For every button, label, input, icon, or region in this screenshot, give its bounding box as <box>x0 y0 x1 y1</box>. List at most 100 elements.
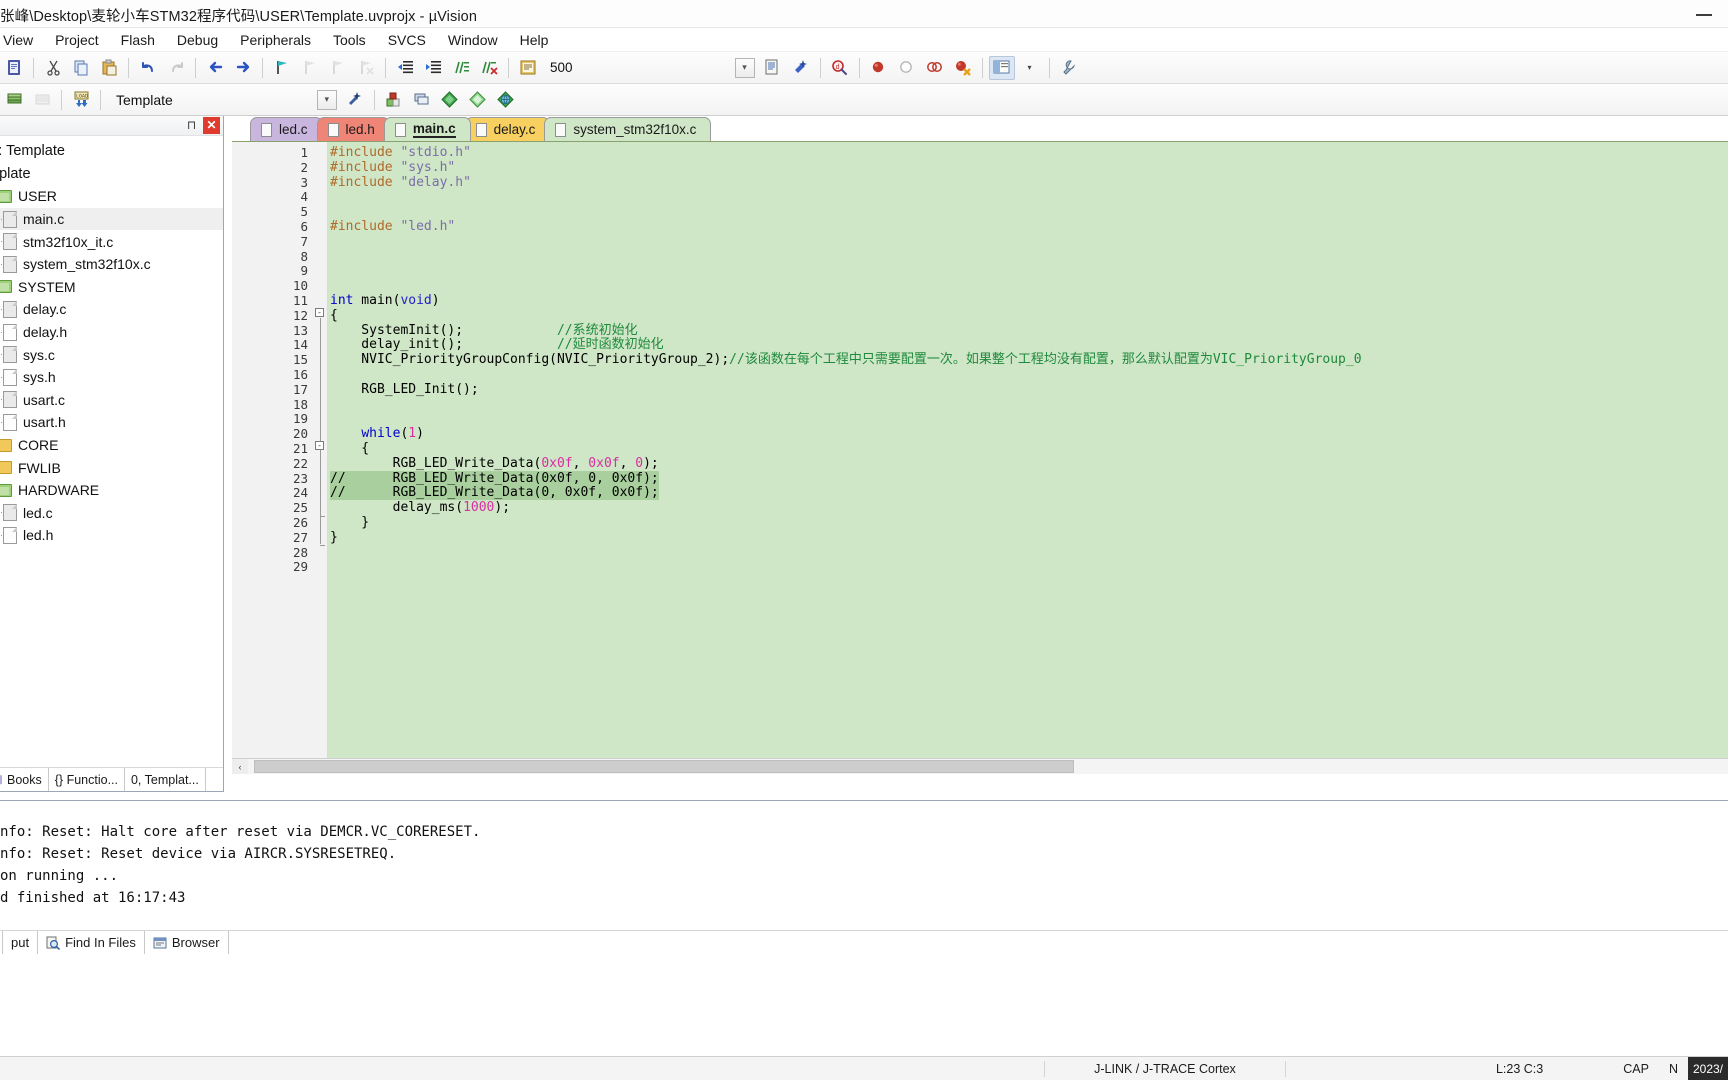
redo-button[interactable] <box>163 56 189 80</box>
tree-node-core[interactable]: CORE <box>0 434 223 457</box>
tree-node-system[interactable]: SYSTEM <box>0 276 223 299</box>
code-line[interactable]: } <box>328 515 1728 531</box>
editor-horizontal-scrollbar[interactable]: ‹ <box>232 758 1728 774</box>
code-line[interactable] <box>328 279 1728 294</box>
editor-tab-led-c[interactable]: led.c <box>250 117 323 141</box>
code-line[interactable]: #include "led.h" <box>328 219 1728 235</box>
pack-installer-light-button[interactable] <box>465 88 491 112</box>
comment-block-button[interactable] <box>448 56 474 80</box>
code-line[interactable]: int main(void) <box>328 293 1728 309</box>
memory-window-button[interactable] <box>515 56 541 80</box>
tree-node-fwlib[interactable]: FWLIB <box>0 456 223 479</box>
code-line[interactable]: RGB_LED_Write_Data(0x0f, 0x0f, 0); <box>328 456 1728 472</box>
disable-all-breakpoints-button[interactable] <box>922 56 948 80</box>
menu-project[interactable]: Project <box>44 30 110 50</box>
scrollbar-track[interactable] <box>248 759 1728 774</box>
uncomment-block-button[interactable] <box>476 56 502 80</box>
editor-tab-system-stm32f10x-c[interactable]: system_stm32f10x.c <box>544 117 712 141</box>
code-line[interactable]: #include "stdio.h" <box>328 145 1728 161</box>
bookmark-toggle-button[interactable] <box>269 56 295 80</box>
code-line[interactable] <box>328 560 1728 575</box>
build-button[interactable] <box>1 88 27 112</box>
menu-flash[interactable]: Flash <box>110 30 166 50</box>
download-button[interactable]: LOAD <box>68 88 94 112</box>
bookmark-prev-button[interactable] <box>297 56 323 80</box>
cut-button[interactable] <box>40 56 66 80</box>
code-line[interactable] <box>328 250 1728 265</box>
toolbar-dropdown-button[interactable]: ▾ <box>732 56 758 80</box>
tree-node-usart-h[interactable]: usart.h <box>0 411 223 434</box>
indent-left-button[interactable] <box>392 56 418 80</box>
project-target-node[interactable]: mplate <box>0 163 223 186</box>
bottom-tab-browser[interactable]: Browser <box>145 931 229 954</box>
tree-node-user[interactable]: USER <box>0 185 223 208</box>
build-output-text[interactable]: nfo: Reset: Halt core after reset via DE… <box>0 801 1728 909</box>
insert-breakpoint-button[interactable] <box>866 56 892 80</box>
configure-toolbar-button[interactable] <box>1056 56 1082 80</box>
bookmark-next-button[interactable] <box>325 56 351 80</box>
menu-debug[interactable]: Debug <box>166 30 229 50</box>
close-icon[interactable]: ✕ <box>203 117 220 134</box>
bookmark-clear-button[interactable] <box>353 56 379 80</box>
code-line[interactable]: // RGB_LED_Write_Data(0, 0x0f, 0x0f); <box>328 485 1728 501</box>
menu-help[interactable]: Help <box>509 30 560 50</box>
forward-button[interactable] <box>230 56 256 80</box>
undo-button[interactable] <box>135 56 161 80</box>
tree-node-usart-c[interactable]: usart.c <box>0 389 223 412</box>
code-line[interactable]: // RGB_LED_Write_Data(0x0f, 0, 0x0f); <box>328 470 1728 487</box>
code-line[interactable] <box>328 264 1728 279</box>
menu-view[interactable]: View <box>0 30 44 50</box>
code-line[interactable]: SystemInit(); //系统初始化 <box>328 323 1728 339</box>
tree-node-delay-h[interactable]: delay.h <box>0 321 223 344</box>
project-root-node[interactable]: ct: Template <box>0 140 223 163</box>
paste-button[interactable] <box>96 56 122 80</box>
manage-multi-project-button[interactable] <box>409 88 435 112</box>
code-line[interactable] <box>328 398 1728 413</box>
copy-button[interactable] <box>68 56 94 80</box>
code-line[interactable]: } <box>328 530 1728 546</box>
code-line[interactable] <box>328 205 1728 220</box>
tree-node-led-c[interactable]: led.c <box>0 502 223 525</box>
target-dropdown-button[interactable]: ▾ <box>314 88 340 112</box>
code-line[interactable]: { <box>328 308 1728 324</box>
rebuild-button[interactable] <box>29 88 55 112</box>
editor-tab-main-c[interactable]: main.c <box>383 117 471 141</box>
configuration-wizard-button[interactable] <box>788 56 814 80</box>
bottom-tab-output[interactable]: put <box>2 931 39 954</box>
panel-tab-templates[interactable]: 0, Templat... <box>125 768 206 791</box>
panel-tab-functions[interactable]: {} Functio... <box>49 768 125 791</box>
scrollbar-thumb[interactable] <box>254 760 1074 773</box>
code-line[interactable]: NVIC_PriorityGroupConfig(NVIC_PriorityGr… <box>328 352 1728 368</box>
code-line[interactable]: #include "delay.h" <box>328 175 1728 191</box>
editor-tab-delay-c[interactable]: delay.c <box>464 117 551 141</box>
new-file-button[interactable] <box>1 56 27 80</box>
back-button[interactable] <box>202 56 228 80</box>
code-line[interactable] <box>328 546 1728 561</box>
target-options-button[interactable] <box>342 88 368 112</box>
menu-tools[interactable]: Tools <box>322 30 377 50</box>
tree-node-led-h[interactable]: led.h <box>0 524 223 547</box>
fold-marker-line21[interactable]: - <box>315 441 324 450</box>
source-code-text[interactable]: #include "stdio.h" #include "sys.h" #inclu… <box>328 142 1728 774</box>
bottom-tab-find-in-files[interactable]: Find In Files <box>38 931 145 954</box>
menu-peripherals[interactable]: Peripherals <box>229 30 322 50</box>
project-window-dropdown-button[interactable]: ▾ <box>1017 56 1043 80</box>
tree-node-stm32f10x-it-c[interactable]: stm32f10x_it.c <box>0 230 223 253</box>
tree-node-sys-h[interactable]: sys.h <box>0 366 223 389</box>
code-line[interactable]: delay_ms(1000); <box>328 500 1728 516</box>
code-line[interactable] <box>328 235 1728 250</box>
tree-node-hardware[interactable]: HARDWARE <box>0 479 223 502</box>
tree-node-main-c[interactable]: main.c <box>0 207 223 231</box>
tree-node-sys-c[interactable]: sys.c <box>0 343 223 366</box>
editor-tab-led-h[interactable]: led.h <box>316 117 390 141</box>
menu-window[interactable]: Window <box>437 30 509 50</box>
code-line[interactable]: delay_init(); //延时函数初始化 <box>328 337 1728 353</box>
code-line[interactable]: RGB_LED_Init(); <box>328 382 1728 398</box>
code-line[interactable]: #include "sys.h" <box>328 160 1728 176</box>
minimize-button[interactable] <box>1696 6 1712 22</box>
pin-icon[interactable]: ⊓ <box>184 118 199 133</box>
project-window-toggle-button[interactable] <box>988 55 1015 80</box>
code-line[interactable]: { <box>328 441 1728 457</box>
tree-node-delay-c[interactable]: delay.c <box>0 298 223 321</box>
tree-node-system-stm32f10x-c[interactable]: system_stm32f10x.c <box>0 253 223 276</box>
